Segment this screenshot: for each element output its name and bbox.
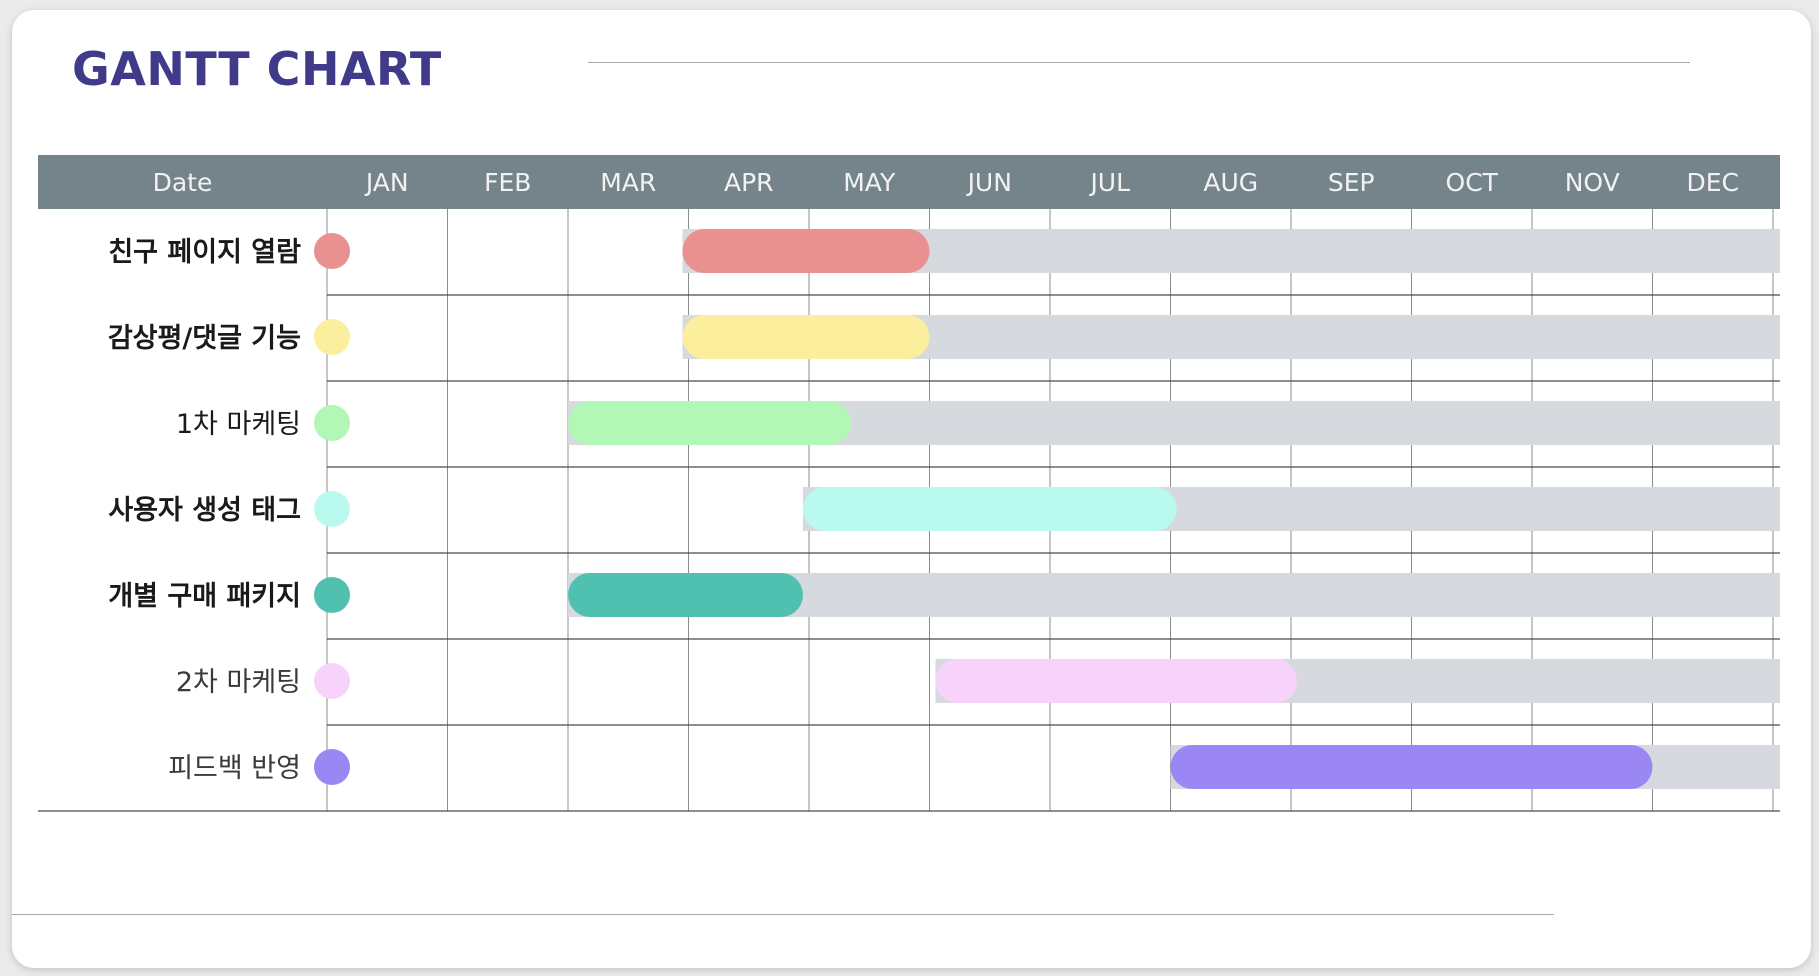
- task-label: 감상평/댓글 기능: [108, 323, 301, 354]
- task-label: 피드백 반영: [168, 753, 301, 784]
- task-label: 개별 구매 패키지: [108, 581, 301, 612]
- gantt-chart: Date JAN FEB MAR APR MAY JUN JUL AUG SEP OCT NOV DEC…: [38, 155, 1780, 812]
- task-bar: [568, 401, 852, 445]
- month-label-may: MAY: [843, 168, 896, 197]
- task-bar: [682, 229, 930, 273]
- task-bar: [802, 487, 1177, 531]
- month-label-mar: MAR: [600, 168, 656, 197]
- task-marker-dot: [314, 491, 350, 527]
- month-label-nov: NOV: [1565, 168, 1620, 197]
- task-marker-dot: [314, 319, 350, 355]
- header-band: [38, 155, 1780, 209]
- task-marker-dot: [314, 663, 350, 699]
- task-marker-dot: [314, 749, 350, 785]
- task-bar: [935, 659, 1298, 703]
- month-label-jan: JAN: [364, 168, 409, 197]
- task-marker-dot: [314, 405, 350, 441]
- task-marker-dot: [314, 233, 350, 269]
- month-label-sep: SEP: [1328, 168, 1375, 197]
- task-label: 2차 마케팅: [176, 667, 301, 698]
- month-label-jul: JUL: [1088, 168, 1130, 197]
- task-label: 친구 페이지 열람: [108, 237, 301, 268]
- task-bar: [1170, 745, 1653, 789]
- task-label: 사용자 생성 태그: [108, 495, 301, 526]
- month-label-dec: DEC: [1686, 168, 1739, 197]
- header-date-label: Date: [153, 168, 213, 197]
- task-label: 1차 마케팅: [176, 409, 301, 440]
- month-label-apr: APR: [724, 168, 774, 197]
- month-label-feb: FEB: [484, 168, 531, 197]
- month-label-aug: AUG: [1203, 168, 1258, 197]
- footer-divider: [12, 914, 1554, 915]
- task-marker-dot: [314, 577, 350, 613]
- gantt-card: GANTT CHART Date JAN FEB MAR APR MAY JUN JUL AUG…: [12, 10, 1811, 968]
- task-bar: [568, 573, 803, 617]
- month-label-oct: OCT: [1446, 168, 1499, 197]
- month-label-jun: JUN: [966, 168, 1012, 197]
- task-bar: [682, 315, 930, 359]
